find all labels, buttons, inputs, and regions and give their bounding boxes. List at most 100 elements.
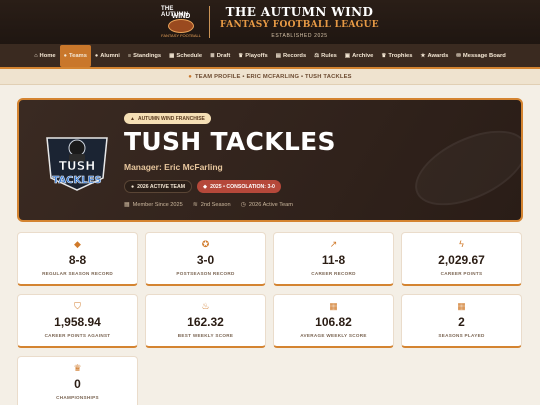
main-nav: ⌂ Home ● Teams ● Alumni ≡ Standings ▦ Schedul… — [0, 44, 540, 69]
breadcrumb: ● TEAM PROFILE • ERIC MCFARLING • TUSH T… — [0, 69, 540, 85]
nav-label: Home — [39, 52, 56, 59]
league-subtitle: FANTASY FOOTBALL LEAGUE — [220, 20, 379, 30]
stat-value: 106.82 — [315, 315, 352, 329]
fire-icon: ♨ — [201, 301, 210, 311]
nav-archive[interactable]: ▣ Archive — [341, 43, 377, 68]
nav-records[interactable]: ▤ Records — [272, 43, 310, 68]
badge-label: 2025 • CONSOLATION: 3-0 — [210, 183, 275, 190]
stat-card: ▦ 106.82 AVERAGE WEEKLY SCORE — [273, 294, 394, 348]
nav-teams[interactable]: ● Teams — [59, 45, 91, 67]
stat-label: SEASONS PLAYED — [438, 333, 485, 338]
football-icon: ◆ — [74, 239, 81, 249]
stat-label: REGULAR SEASON RECORD — [42, 271, 113, 276]
meta-text: 2026 Active Team — [248, 201, 293, 208]
stat-value: 162.32 — [187, 315, 224, 329]
user-icon: ● — [188, 73, 193, 80]
check-circle-icon: ● — [131, 183, 135, 190]
nav-standings[interactable]: ≡ Standings — [124, 43, 165, 68]
stat-label: AVERAGE WEEKLY SCORE — [300, 333, 367, 338]
calendar-icon: ▦ — [124, 202, 130, 208]
stat-value: 3-0 — [196, 253, 215, 267]
franchise-label: AUTUMN WIND FRANCHISE — [137, 115, 205, 122]
nav-label: Schedule — [176, 52, 203, 59]
message-icon: ✉ — [456, 52, 461, 59]
nav-label: Teams — [68, 53, 87, 59]
team-logo-line-1: TUSH — [59, 159, 96, 173]
nav-trophies[interactable]: ♛ Trophies — [377, 43, 416, 68]
calculator-icon: ▦ — [329, 301, 338, 311]
stat-label: POSTSEASON RECORD — [176, 271, 235, 276]
nav-alumni[interactable]: ● Alumni — [91, 43, 124, 68]
medal-icon: ✪ — [201, 239, 210, 249]
trophy-icon: ♛ — [238, 52, 244, 59]
archive-icon: ▣ — [344, 52, 351, 59]
meta-text: Member Since 2025 — [132, 201, 183, 208]
stat-card: ✪ 3-0 POSTSEASON RECORD — [145, 232, 266, 286]
logo-line-2: WIND — [171, 13, 191, 20]
stat-card: ϟ 2,029.67 CAREER POINTS — [401, 232, 522, 286]
meta-season: ≋ 2nd Season — [192, 201, 231, 209]
football-watermark-icon — [403, 115, 521, 220]
meta-text: 2nd Season — [200, 201, 231, 208]
active-team-badge: ● 2026 ACTIVE TEAM — [124, 180, 193, 193]
flame-icon: ▲ — [130, 115, 135, 122]
league-title: THE AUTUMN WIND — [225, 5, 374, 19]
team-logo: TUSH TACKLES — [46, 137, 108, 191]
stat-label: CAREER POINTS AGAINST — [44, 333, 111, 338]
chart-line-icon: ↗ — [329, 239, 338, 249]
stat-value: 1,958.94 — [54, 315, 101, 329]
records-icon: ▤ — [275, 52, 281, 59]
stat-card: ♨ 162.32 BEST WEEKLY SCORE — [145, 294, 266, 348]
nav-draft[interactable]: ≣ Draft — [206, 43, 234, 68]
nav-awards[interactable]: ★ Awards — [417, 43, 453, 68]
trophy-icon: ♛ — [73, 363, 82, 373]
hero-badges: ● 2026 ACTIVE TEAM ◆ 2025 • CONSOLATION:… — [124, 180, 281, 193]
meta-member-since: ▦ Member Since 2025 — [124, 201, 183, 209]
nav-home[interactable]: ⌂ Home — [30, 43, 59, 68]
draft-icon: ≣ — [210, 52, 215, 59]
nav-label: Standings — [133, 52, 162, 59]
stat-card: ⛉ 1,958.94 CAREER POINTS AGAINST — [17, 294, 138, 348]
football-logo-shape — [168, 19, 195, 33]
nav-label: Archive — [352, 52, 374, 59]
nav-schedule[interactable]: ▦ Schedule — [165, 43, 206, 68]
team-logo-line-2: TACKLES — [52, 175, 101, 186]
nav-label: Rules — [321, 52, 337, 59]
nav-label: Playoffs — [245, 52, 268, 59]
calendar-icon: ▦ — [457, 301, 466, 311]
nav-message-board[interactable]: ✉ Message Board — [452, 43, 509, 68]
franchise-pill: ▲ AUTUMN WIND FRANCHISE — [124, 113, 211, 124]
breadcrumb-text: TEAM PROFILE • ERIC MCFARLING • TUSH TAC… — [195, 73, 352, 80]
stat-value: 2,029.67 — [438, 253, 485, 267]
stat-value: 2 — [458, 315, 465, 329]
home-icon: ⌂ — [34, 52, 38, 59]
stat-label: CAREER RECORD — [311, 271, 356, 276]
nav-label: Trophies — [388, 52, 413, 59]
layers-icon: ≋ — [192, 202, 198, 208]
rules-icon: ⚖ — [314, 52, 320, 59]
nav-label: Draft — [216, 52, 231, 59]
clock-icon: ◷ — [240, 202, 246, 208]
stat-label: CAREER POINTS — [440, 271, 483, 276]
football-icon: ◆ — [203, 183, 208, 190]
consolation-badge: ◆ 2025 • CONSOLATION: 3-0 — [197, 180, 281, 193]
alumni-icon: ● — [94, 52, 99, 59]
league-logo[interactable]: THE AUTUMN WIND FANTASY FOOTBALL — [161, 3, 201, 41]
stat-label: CHAMPIONSHIPS — [56, 395, 99, 400]
logo-line-3: FANTASY FOOTBALL — [161, 33, 201, 38]
established-label: ESTABLISHED 2025 — [271, 33, 328, 39]
standings-icon: ≡ — [127, 52, 132, 59]
nav-playoffs[interactable]: ♛ Playoffs — [234, 43, 272, 68]
hero-meta: ▦ Member Since 2025 ≋ 2nd Season ◷ 2026 Act… — [124, 201, 293, 209]
site-header: THE AUTUMN WIND FANTASY FOOTBALL THE AUT… — [0, 0, 540, 44]
calendar-icon: ▦ — [169, 52, 175, 59]
team-name: TUSH TACKLES — [124, 127, 336, 156]
team-hero-card: TUSH TACKLES ▲ AUTUMN WIND FRANCHISE TUS… — [17, 98, 523, 222]
stat-card: ◆ 8-8 REGULAR SEASON RECORD — [17, 232, 138, 286]
badge-label: 2026 ACTIVE TEAM — [137, 183, 186, 190]
nav-rules[interactable]: ⚖ Rules — [310, 43, 341, 68]
awards-icon: ★ — [420, 52, 426, 59]
stat-value: 11-8 — [321, 253, 346, 267]
trophies-icon: ♛ — [381, 52, 387, 59]
nav-label: Message Board — [462, 52, 506, 59]
